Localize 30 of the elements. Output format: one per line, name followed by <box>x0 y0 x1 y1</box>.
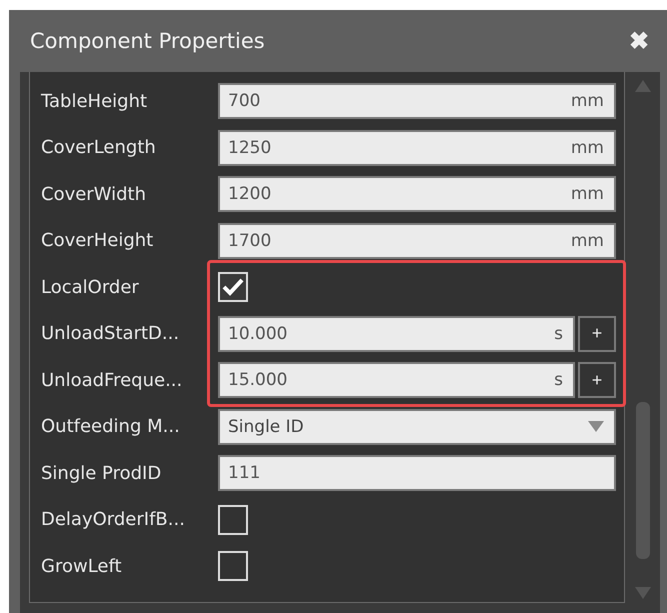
property-label: DelayOrderIfB... <box>41 509 186 530</box>
property-label: CoverLength <box>41 137 157 158</box>
checkbox[interactable] <box>218 551 248 582</box>
property-label: Single ProdID <box>41 462 162 484</box>
property-label: UnloadStartD... <box>41 323 180 344</box>
input-field[interactable]: 10.000 s <box>218 316 575 352</box>
property-label: CoverHeight <box>41 230 154 252</box>
window-title: Component Properties <box>30 29 265 53</box>
property-label: Outfeeding M... <box>41 416 181 438</box>
property-label: TableHeight <box>41 90 148 112</box>
property-label: CoverWidth <box>41 184 148 205</box>
scroll-down-icon[interactable] <box>634 587 650 599</box>
plus-button[interactable]: + <box>578 362 616 398</box>
dropdown[interactable]: Single ID <box>218 408 616 445</box>
property-label: GrowLeft <box>41 556 123 577</box>
input-field[interactable]: 15.000 s <box>218 362 575 398</box>
input-field[interactable]: 1250 mm <box>218 130 616 166</box>
input-field[interactable]: 700 mm <box>218 83 616 120</box>
input-field[interactable]: 111 <box>218 455 616 492</box>
scroll-up-icon[interactable] <box>634 80 650 92</box>
input-field[interactable]: 1200 mm <box>218 176 616 212</box>
checkbox[interactable] <box>218 504 248 535</box>
plus-button[interactable]: + <box>578 316 616 352</box>
input-field[interactable]: 1700 mm <box>218 222 616 259</box>
scroll-thumb[interactable] <box>636 402 650 559</box>
checkbox[interactable] <box>218 272 248 302</box>
close-button[interactable]: ✖ <box>625 26 653 56</box>
property-label: LocalOrder <box>41 276 140 298</box>
property-label: UnloadFreque... <box>41 370 184 391</box>
caret-icon <box>588 421 604 432</box>
